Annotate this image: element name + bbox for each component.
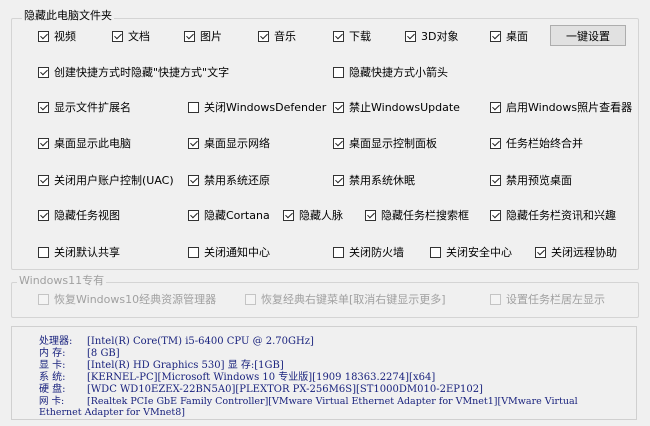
checkbox-restore-classic-context-menu[interactable]: 恢复经典右键菜单[取消右键显示更多] <box>245 291 446 307</box>
system-info-panel: 处理器: [Intel(R) Core(TM) i5-6400 CPU @ 2.7… <box>11 326 637 420</box>
gpu-info: 显 卡: [Intel(R) HD Graphics 530] 显 存:[1GB] <box>39 360 284 371</box>
one-click-settings-button[interactable]: 一键设置 <box>550 25 626 46</box>
checkbox-hide-shortcut-arrow[interactable]: 隐藏快捷方式小箭头 <box>333 64 448 80</box>
checkbox-folder-3d-objects[interactable]: 3D对象 <box>405 28 458 44</box>
checkbox-box[interactable] <box>430 246 441 258</box>
checkbox-desktop-control-panel[interactable]: 桌面显示控制面板 <box>333 135 437 151</box>
checkbox-disable-firewall[interactable]: 关闭防火墙 <box>333 244 404 260</box>
checkbox-box[interactable] <box>38 174 49 186</box>
checkbox-box[interactable] <box>333 101 344 113</box>
checkbox-box[interactable] <box>38 209 49 221</box>
checkbox-box[interactable] <box>38 246 49 258</box>
checkbox-folder-music[interactable]: 音乐 <box>258 28 296 44</box>
checkbox-desktop-this-pc[interactable]: 桌面显示此电脑 <box>38 135 131 151</box>
checkbox-disable-remote-assist[interactable]: 关闭远程协助 <box>535 244 617 260</box>
checkbox-disable-uac[interactable]: 关闭用户账户控制(UAC) <box>38 172 174 188</box>
checkbox-restore-win10-explorer[interactable]: 恢复Windows10经典资源管理器 <box>38 291 216 307</box>
checkbox-box[interactable] <box>333 30 344 42</box>
checkbox-box[interactable] <box>188 174 199 186</box>
checkbox-box[interactable] <box>490 293 501 305</box>
disk-info: 硬 盘: [WDC WD10EZEX-22BN5A0][PLEXTOR PX-25… <box>39 384 483 395</box>
hide-folders-group-title: 隐藏此电脑文件夹 <box>22 9 114 22</box>
checkbox-hide-shortcut-text[interactable]: 创建快捷方式时隐藏"快捷方式"文字 <box>38 64 229 80</box>
checkbox-folder-desktop[interactable]: 桌面 <box>490 28 528 44</box>
checkbox-box[interactable] <box>258 30 269 42</box>
checkbox-enable-photo-viewer[interactable]: 启用Windows照片查看器 <box>490 99 632 115</box>
checkbox-disable-defender[interactable]: 关闭WindowsDefender <box>188 99 326 115</box>
checkbox-disable-peek[interactable]: 禁用预览桌面 <box>490 172 572 188</box>
checkbox-box[interactable] <box>38 101 49 113</box>
checkbox-box[interactable] <box>333 246 344 258</box>
checkbox-hide-task-view[interactable]: 隐藏任务视图 <box>38 207 120 223</box>
checkbox-box[interactable] <box>490 209 501 221</box>
checkbox-hide-search-box[interactable]: 隐藏任务栏搜索框 <box>365 207 469 223</box>
checkbox-disable-update[interactable]: 禁止WindowsUpdate <box>333 99 460 115</box>
checkbox-box[interactable] <box>333 66 344 78</box>
cpu-info: 处理器: [Intel(R) Core(TM) i5-6400 CPU @ 2.7… <box>39 336 314 347</box>
checkbox-box[interactable] <box>490 174 501 186</box>
checkbox-folder-documents[interactable]: 文档 <box>112 28 150 44</box>
checkbox-folder-video[interactable]: 视频 <box>38 28 76 44</box>
checkbox-box[interactable] <box>490 30 501 42</box>
checkbox-disable-security-center[interactable]: 关闭安全中心 <box>430 244 512 260</box>
windows11-group-title: Windows11专有 <box>17 274 107 287</box>
checkbox-disable-restore[interactable]: 禁用系统还原 <box>188 172 270 188</box>
checkbox-box[interactable] <box>38 66 49 78</box>
checkbox-disable-default-share[interactable]: 关闭默认共享 <box>38 244 120 260</box>
checkbox-box[interactable] <box>188 246 199 258</box>
checkbox-box[interactable] <box>38 137 49 149</box>
checkbox-box[interactable] <box>188 137 199 149</box>
checkbox-box[interactable] <box>490 101 501 113</box>
checkbox-box[interactable] <box>38 293 49 305</box>
checkbox-box[interactable] <box>405 30 416 42</box>
checkbox-hide-cortana[interactable]: 隐藏Cortana <box>188 207 270 223</box>
checkbox-box[interactable] <box>333 174 344 186</box>
nic-info-cont: Ethernet Adapter for VMnet8] <box>39 407 185 418</box>
checkbox-box[interactable] <box>245 293 256 305</box>
checkbox-box[interactable] <box>184 30 195 42</box>
os-info: 系 统: [KERNEL-PC][Microsoft Windows 10 专业版… <box>39 372 436 383</box>
checkbox-box[interactable] <box>283 209 294 221</box>
checkbox-box[interactable] <box>365 209 376 221</box>
checkbox-box[interactable] <box>112 30 123 42</box>
checkbox-taskbar-combine[interactable]: 任务栏始终合并 <box>490 135 583 151</box>
checkbox-box[interactable] <box>188 209 199 221</box>
checkbox-folder-pictures[interactable]: 图片 <box>184 28 222 44</box>
checkbox-folder-downloads[interactable]: 下载 <box>333 28 371 44</box>
checkbox-box[interactable] <box>333 137 344 149</box>
checkbox-box[interactable] <box>188 101 199 113</box>
checkbox-desktop-network[interactable]: 桌面显示网络 <box>188 135 270 151</box>
memory-info: 内 存: [8 GB] <box>39 348 120 359</box>
checkbox-disable-hibernate[interactable]: 禁用系统休眠 <box>333 172 415 188</box>
checkbox-show-extensions[interactable]: 显示文件扩展名 <box>38 99 131 115</box>
checkbox-disable-notification-center[interactable]: 关闭通知中心 <box>188 244 270 260</box>
checkbox-box[interactable] <box>490 137 501 149</box>
checkbox-hide-news-interests[interactable]: 隐藏任务栏资讯和兴趣 <box>490 207 616 223</box>
checkbox-box[interactable] <box>38 30 49 42</box>
checkbox-box[interactable] <box>535 246 546 258</box>
checkbox-taskbar-align-left[interactable]: 设置任务栏居左显示 <box>490 291 605 307</box>
checkbox-hide-people[interactable]: 隐藏人脉 <box>283 207 343 223</box>
